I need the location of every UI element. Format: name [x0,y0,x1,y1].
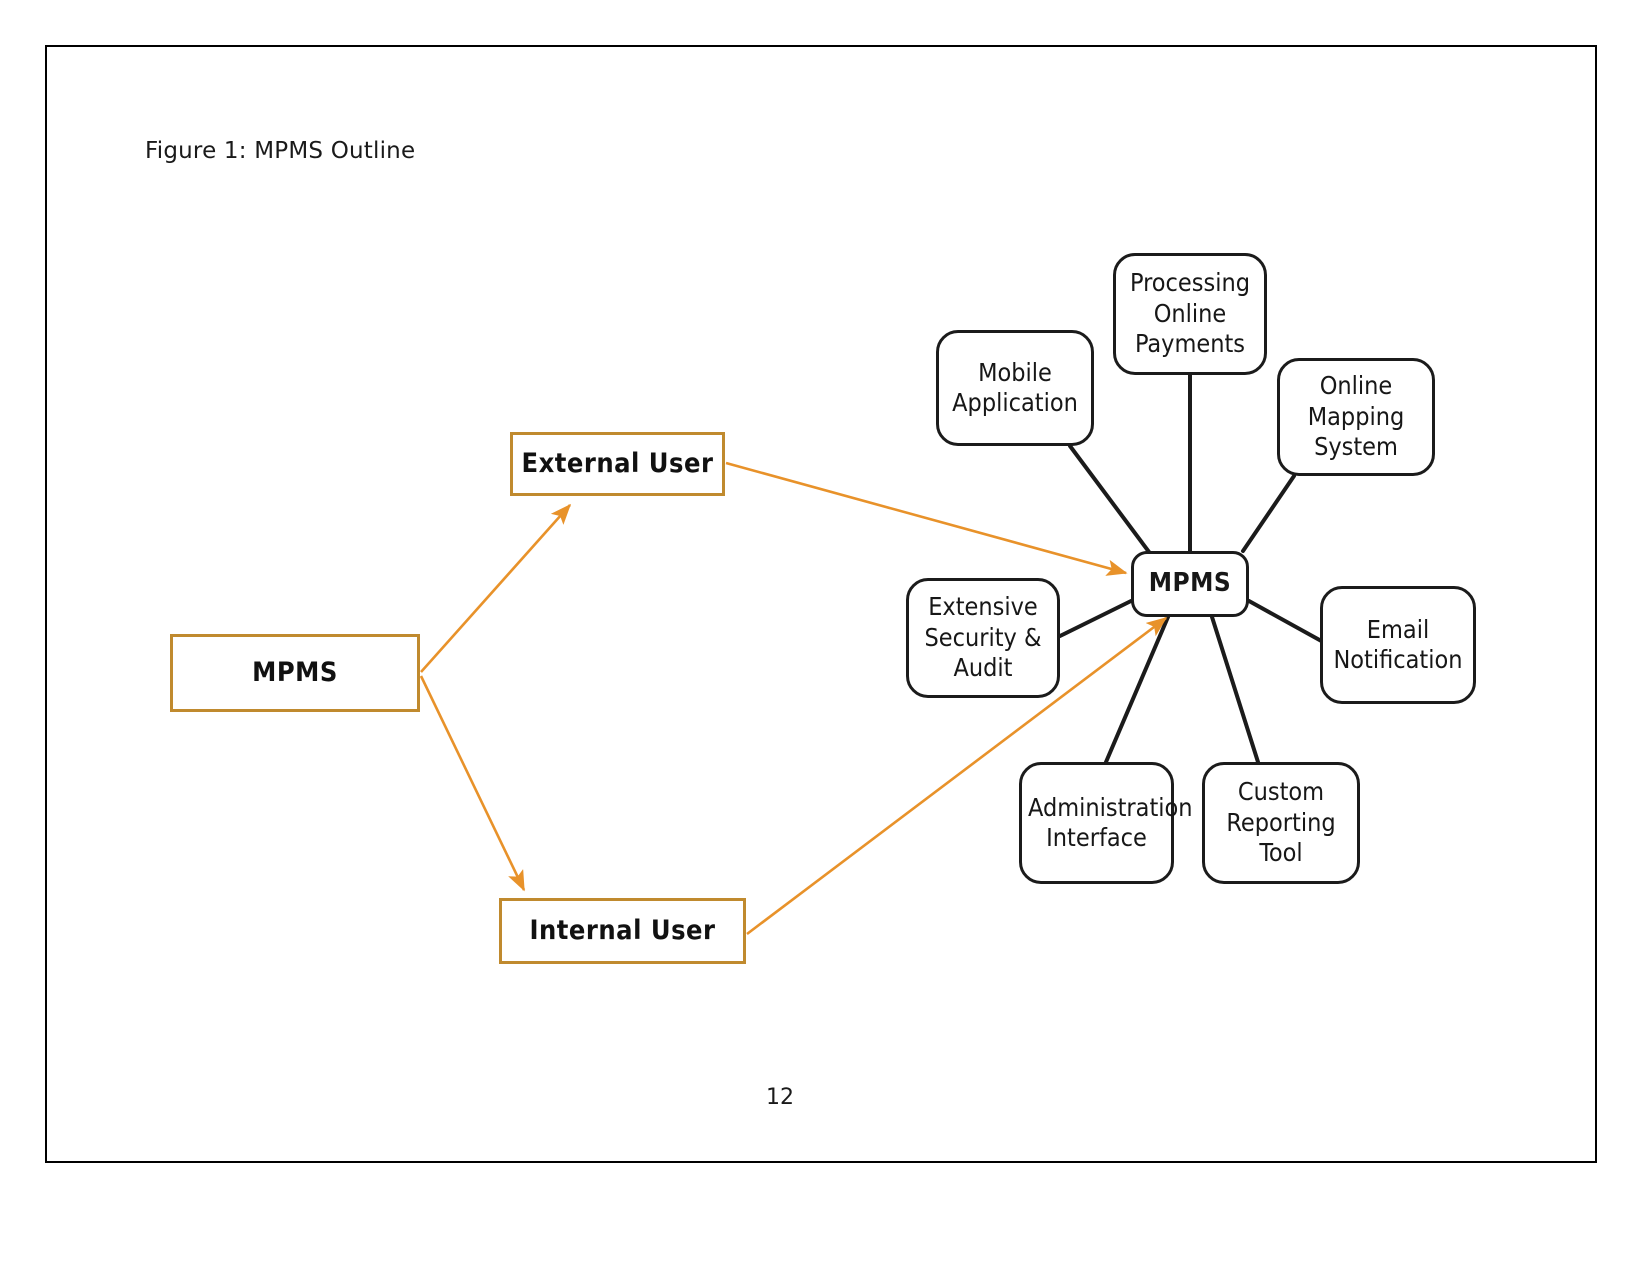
node-mobile-application[interactable]: Mobile Application [936,330,1094,446]
node-mpms-source-label: MPMS [252,656,338,688]
figure-page: Figure 1: MPMS Outline MPMS External Use… [0,0,1651,1275]
node-internal-user[interactable]: Internal User [499,898,746,964]
figure-caption: Figure 1: MPMS Outline [145,138,416,164]
node-external-user-label: External User [521,447,714,479]
node-processing-online-payments[interactable]: Processing Online Payments [1113,253,1267,375]
node-custom-reporting-tool-label: Custom Reporting Tool [1226,777,1336,868]
node-administration-interface[interactable]: Administration Interface [1019,762,1193,884]
node-processing-online-payments-label: Processing Online Payments [1129,268,1250,359]
node-custom-reporting-tool[interactable]: Custom Reporting Tool [1202,762,1360,884]
page-number: 12 [766,1085,794,1110]
node-mobile-application-label: Mobile Application [952,357,1078,418]
node-internal-user-label: Internal User [529,914,716,946]
node-email-notification-label: Email Notification [1333,614,1463,675]
node-extensive-security-audit[interactable]: Extensive Security & Audit [906,578,1060,698]
node-administration-interface-label: Administration Interface [1028,792,1193,853]
node-extensive-security-audit-label: Extensive Security & Audit [924,592,1042,683]
node-mpms-hub-label: MPMS [1148,568,1232,599]
node-online-mapping-system[interactable]: Online Mapping System [1277,358,1435,476]
node-online-mapping-system-label: Online Mapping System [1307,371,1405,462]
node-email-notification[interactable]: Email Notification [1320,586,1476,704]
node-mpms-source[interactable]: MPMS [170,634,420,712]
node-external-user[interactable]: External User [510,432,725,496]
node-mpms-hub[interactable]: MPMS [1131,551,1249,617]
